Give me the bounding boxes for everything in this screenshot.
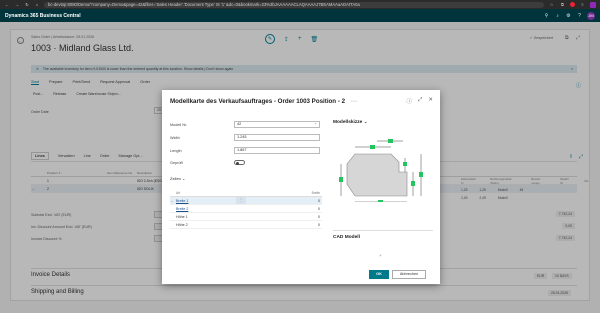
model-no-label: Modell Nr. xyxy=(170,123,188,127)
bell-icon[interactable]: ♪ xyxy=(552,13,563,19)
help-icon[interactable]: ? xyxy=(574,13,585,19)
chevron-down-icon[interactable]: ⌄ xyxy=(182,176,185,181)
col-art[interactable]: Art xyxy=(176,191,236,195)
dialog-icons: ⓘ ⤢ ✕ xyxy=(406,97,433,105)
expand-icon[interactable]: ⤢ xyxy=(418,97,422,105)
profile-icon[interactable] xyxy=(590,1,596,8)
cancel-button[interactable]: Abbrechen xyxy=(392,270,426,279)
row-breite[interactable]: 0 xyxy=(246,215,322,219)
checked-label: Geprüft xyxy=(170,161,183,165)
dialog-title: Modellkarte des Verkaufsauftrages - Orde… xyxy=(170,98,357,105)
table-row[interactable]: Höhe 2 0 xyxy=(170,221,322,229)
avatar[interactable]: JM xyxy=(587,11,595,20)
extension-icon[interactable]: ⧉ xyxy=(559,2,566,7)
marker-top[interactable] xyxy=(370,145,375,149)
row-art[interactable]: Höhe 1 xyxy=(176,215,236,219)
zeilen-table-header: Art Breite xyxy=(170,189,322,197)
modal-overlay: Modellkarte des Verkaufsauftrages - Orde… xyxy=(0,22,600,313)
menu-icon[interactable]: ≡ xyxy=(579,2,586,7)
more-options-icon[interactable]: ⋯ xyxy=(351,98,357,105)
ok-button[interactable]: OK xyxy=(369,270,389,279)
app-name[interactable]: Dynamics 365 Business Central xyxy=(5,13,541,19)
table-row[interactable]: Höhe 1 0 xyxy=(170,213,322,221)
marker-left[interactable] xyxy=(339,177,343,182)
close-icon[interactable]: ✕ xyxy=(428,97,433,105)
extension-badge-icon[interactable] xyxy=(570,2,575,7)
row-breite[interactable]: 0 xyxy=(246,223,322,227)
row-art[interactable]: Breite 2 xyxy=(176,207,236,211)
checked-toggle[interactable] xyxy=(234,160,245,165)
col-breite[interactable]: Breite xyxy=(246,191,322,195)
zeilen-section[interactable]: Zeilen ⌄ xyxy=(170,176,185,181)
row-art[interactable]: Höhe 2 xyxy=(176,223,236,227)
width-field[interactable]: 1.245 xyxy=(234,134,320,141)
divider xyxy=(333,230,433,231)
row-art[interactable]: Breite 1 xyxy=(176,199,236,203)
model-sketch xyxy=(339,139,423,202)
zeilen-label[interactable]: Zeilen xyxy=(170,176,181,181)
marker-bottom[interactable] xyxy=(378,200,383,202)
model-no-field[interactable]: 42 xyxy=(234,121,320,128)
marker-top2[interactable] xyxy=(388,139,393,143)
marker-right2[interactable] xyxy=(419,172,423,177)
home-icon[interactable]: ⌂ xyxy=(34,2,40,7)
model-card-dialog: Modellkarte des Verkaufsauftrages - Orde… xyxy=(162,90,440,284)
star-icon[interactable]: ☆ xyxy=(548,2,555,7)
search-icon[interactable]: ⚲ xyxy=(541,13,552,19)
app-bar: Dynamics 365 Business Central ⚲ ♪ ⚙ ? JM xyxy=(0,9,600,22)
length-label: Length xyxy=(170,149,182,153)
zeilen-table: Art Breite → Breite 1 ⋮ 0 Breite 2 0 Höh… xyxy=(170,189,322,229)
browser-toolbar: ← → ↻ ⌂ bc-devtop:8080/Demo/?company=Dem… xyxy=(0,0,600,9)
info-icon[interactable]: ⓘ xyxy=(406,97,412,105)
add-cad-icon[interactable]: + xyxy=(379,253,382,258)
gear-icon[interactable]: ⚙ xyxy=(563,13,574,19)
marker-right[interactable] xyxy=(411,181,415,186)
width-label: Width xyxy=(170,136,180,140)
row-menu-icon[interactable]: ⋮ xyxy=(236,197,246,204)
row-breite[interactable]: 0 xyxy=(246,199,322,203)
chevron-down-icon[interactable]: ⌄ xyxy=(364,120,368,125)
sketch-section-title[interactable]: Modellskizze ⌄ xyxy=(333,120,368,125)
cad-model-title: CAD Modell xyxy=(333,235,360,240)
dialog-title-text: Modellkarte des Verkaufsauftrages - Orde… xyxy=(170,98,337,105)
forward-nav-icon[interactable]: → xyxy=(14,2,20,7)
sketch-title-text[interactable]: Modellskizze xyxy=(333,120,362,125)
row-breite[interactable]: 0 xyxy=(246,207,322,211)
table-row[interactable]: Breite 2 0 xyxy=(170,205,322,213)
length-field[interactable]: 1.867 xyxy=(234,147,320,154)
marker-notch[interactable] xyxy=(403,162,407,166)
table-row[interactable]: → Breite 1 ⋮ 0 xyxy=(170,197,322,205)
reload-icon[interactable]: ↻ xyxy=(24,2,30,7)
dialog-position: 2 xyxy=(341,98,346,105)
glass-shape xyxy=(346,153,408,197)
address-bar[interactable]: bc-devtop:8080/Demo/?company=Demo&page=4… xyxy=(44,1,544,8)
back-nav-icon[interactable]: ← xyxy=(4,2,10,7)
